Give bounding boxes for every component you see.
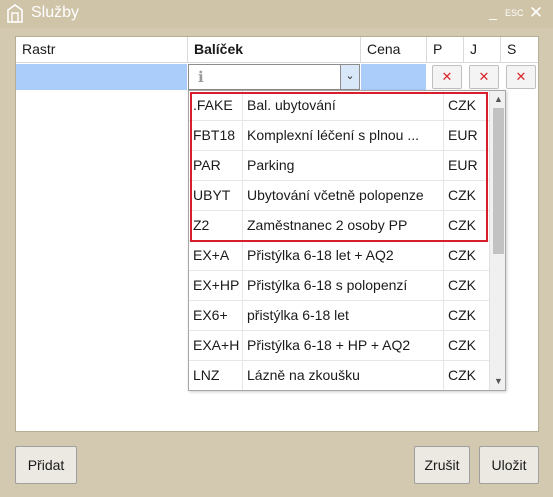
list-item[interactable]: EX+A Přistýlka 6-18 let + AQ2 CZK	[189, 241, 489, 271]
item-currency: EUR	[448, 127, 478, 143]
item-currency: CZK	[448, 247, 476, 263]
column-header-rastr[interactable]: Rastr	[16, 37, 188, 62]
item-name: Zaměstnanec 2 osoby PP	[243, 211, 444, 240]
item-code: EXA+H	[189, 331, 243, 360]
save-button[interactable]: Uložit	[479, 446, 539, 484]
esc-hint: ESC	[505, 8, 524, 18]
item-code: EX+A	[189, 241, 243, 270]
item-code: UBYT	[189, 181, 243, 210]
remove-s-button[interactable]: ✕	[506, 65, 536, 89]
item-currency: CZK	[448, 337, 476, 353]
close-button[interactable]: ✕	[528, 4, 544, 22]
item-code: LNZ	[189, 361, 243, 390]
minimize-button[interactable]: _	[486, 2, 500, 22]
services-dialog: Služby _ ESC ✕ Rastr Balíček Cena P J S …	[0, 0, 553, 497]
window-title: Služby	[31, 4, 80, 21]
item-name: Přistýlka 6-18 + HP + AQ2	[243, 331, 444, 360]
item-currency: CZK	[448, 367, 476, 383]
scroll-down-arrow-icon[interactable]: ▼	[490, 373, 505, 390]
item-currency: CZK	[448, 187, 476, 203]
item-name: Lázně na zkoušku	[243, 361, 444, 390]
list-item[interactable]: LNZ Lázně na zkoušku CZK	[189, 361, 489, 390]
list-item[interactable]: EXA+H Přistýlka 6-18 + HP + AQ2 CZK	[189, 331, 489, 361]
list-item[interactable]: .FAKE Bal. ubytování CZK	[189, 91, 489, 121]
list-item[interactable]: EX+HP Přistýlka 6-18 s polopenzí CZK	[189, 271, 489, 301]
title-bar[interactable]: Služby _ ESC ✕	[0, 0, 553, 28]
item-name: Parking	[243, 151, 444, 180]
item-name: přistýlka 6-18 let	[243, 301, 444, 330]
list-item[interactable]: Z2 Zaměstnanec 2 osoby PP CZK	[189, 211, 489, 241]
item-code: Z2	[189, 211, 243, 240]
item-currency: CZK	[448, 307, 476, 323]
grid-header: Rastr Balíček Cena P J S	[16, 37, 538, 63]
chevron-down-icon[interactable]: ⌄	[340, 65, 359, 89]
item-currency: CZK	[448, 277, 476, 293]
list-item[interactable]: UBYT Ubytování včetně polopenze CZK	[189, 181, 489, 211]
price-cell[interactable]	[361, 64, 426, 90]
item-code: .FAKE	[189, 91, 243, 120]
info-icon: ℹ	[198, 68, 204, 86]
remove-p-button[interactable]: ✕	[432, 65, 462, 89]
list-item[interactable]: EX6+ přistýlka 6-18 let CZK	[189, 301, 489, 331]
column-header-p[interactable]: P	[427, 37, 464, 62]
app-house-icon	[7, 4, 23, 23]
item-code: PAR	[189, 151, 243, 180]
item-currency: CZK	[448, 97, 476, 113]
package-dropdown-list: .FAKE Bal. ubytování CZK FBT18 Komplexní…	[188, 90, 506, 391]
cancel-button[interactable]: Zrušit	[414, 446, 470, 484]
item-name: Bal. ubytování	[243, 91, 444, 120]
item-currency: EUR	[448, 157, 478, 173]
column-header-s[interactable]: S	[501, 37, 538, 62]
dropdown-scrollbar[interactable]: ▲ ▼	[489, 91, 505, 390]
item-currency: CZK	[448, 217, 476, 233]
list-item[interactable]: PAR Parking EUR	[189, 151, 489, 181]
item-code: EX6+	[189, 301, 243, 330]
item-code: EX+HP	[189, 271, 243, 300]
remove-j-button[interactable]: ✕	[469, 65, 499, 89]
item-name: Přistýlka 6-18 let + AQ2	[243, 241, 444, 270]
package-combobox[interactable]: ℹ ⌄	[188, 64, 360, 90]
item-name: Ubytování včetně polopenze	[243, 181, 444, 210]
edit-row: ℹ ⌄ ✕ ✕ ✕	[16, 63, 538, 91]
item-code: FBT18	[189, 121, 243, 150]
rastr-cell[interactable]	[16, 64, 187, 90]
column-header-j[interactable]: J	[464, 37, 501, 62]
column-header-package[interactable]: Balíček	[188, 37, 361, 62]
add-button[interactable]: Přidat	[15, 446, 77, 484]
scroll-thumb[interactable]	[493, 108, 504, 254]
item-name: Přistýlka 6-18 s polopenzí	[243, 271, 444, 300]
column-header-price[interactable]: Cena	[361, 37, 427, 62]
scroll-up-arrow-icon[interactable]: ▲	[490, 91, 505, 108]
item-name: Komplexní léčení s plnou ...	[243, 121, 444, 150]
list-item[interactable]: FBT18 Komplexní léčení s plnou ... EUR	[189, 121, 489, 151]
